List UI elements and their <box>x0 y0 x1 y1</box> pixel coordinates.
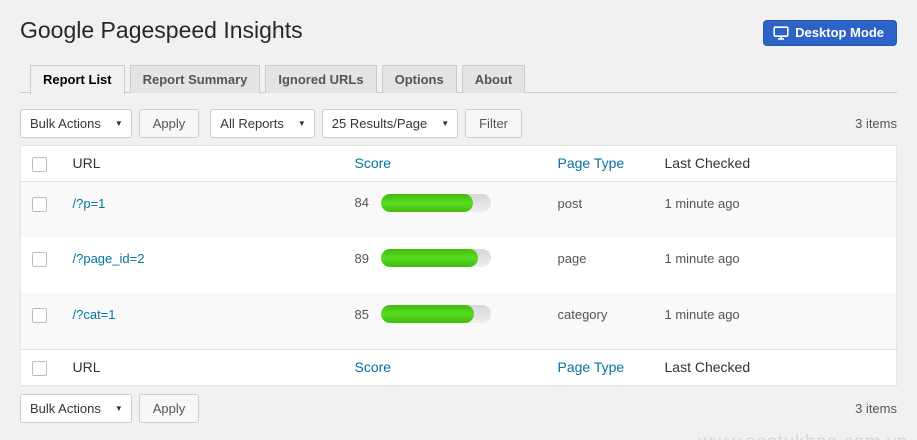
results-per-page-select[interactable]: 25 Results/Page ▼ <box>322 109 458 138</box>
score-bar-fill <box>381 194 473 212</box>
caret-down-icon: ▼ <box>441 119 449 128</box>
apply-button-bottom[interactable]: Apply <box>139 394 200 423</box>
row-checkbox[interactable] <box>32 252 47 267</box>
desktop-mode-label: Desktop Mode <box>795 25 884 40</box>
column-header-score[interactable]: Score <box>355 155 392 171</box>
desktop-monitor-icon <box>773 26 789 40</box>
row-checkbox[interactable] <box>32 197 47 212</box>
page-header: Google Pagespeed Insights Desktop Mode <box>20 15 897 46</box>
last-checked-value: 1 minute ago <box>657 293 897 349</box>
page-type-value: post <box>550 181 657 237</box>
results-per-page-value: 25 Results/Page <box>332 116 427 131</box>
score-bar-fill <box>381 249 479 267</box>
bulk-actions-value: Bulk Actions <box>30 401 101 416</box>
last-checked-value: 1 minute ago <box>657 237 897 293</box>
score-value: 84 <box>355 195 381 210</box>
column-footer-page-type[interactable]: Page Type <box>558 359 625 375</box>
score-value: 85 <box>355 307 381 322</box>
tab-report-list[interactable]: Report List <box>30 65 125 95</box>
watermark: www.seotukhoa.com.vn <box>698 432 908 440</box>
caret-down-icon: ▼ <box>115 404 123 413</box>
table-row: /?page_id=2 89 page1 minute ago <box>21 237 897 293</box>
column-header-url: URL <box>65 146 347 182</box>
tab-options[interactable]: Options <box>382 65 457 93</box>
column-header-page-type[interactable]: Page Type <box>558 155 625 171</box>
report-table: URL Score Page Type Last Checked /?p=1 84… <box>20 145 897 386</box>
tab-about[interactable]: About <box>462 65 526 93</box>
caret-down-icon: ▼ <box>115 119 123 128</box>
url-link[interactable]: /?page_id=2 <box>73 251 145 266</box>
table-header: URL Score Page Type Last Checked <box>21 146 897 182</box>
page-wrap: Google Pagespeed Insights Desktop Mode R… <box>0 15 917 423</box>
row-checkbox[interactable] <box>32 308 47 323</box>
tab-bar: Report ListReport SummaryIgnored URLsOpt… <box>20 65 897 93</box>
desktop-mode-button[interactable]: Desktop Mode <box>763 20 897 46</box>
table-row: /?p=1 84 post1 minute ago <box>21 181 897 237</box>
filter-button[interactable]: Filter <box>465 109 522 138</box>
report-filter-value: All Reports <box>220 116 284 131</box>
select-all-checkbox-bottom[interactable] <box>32 361 47 376</box>
score-bar <box>381 194 491 212</box>
tab-ignored-urls[interactable]: Ignored URLs <box>265 65 376 93</box>
toolbar-bottom: Bulk Actions ▼ Apply 3 items <box>20 394 897 423</box>
select-all-checkbox-top[interactable] <box>32 157 47 172</box>
score-bar <box>381 249 491 267</box>
page-type-value: page <box>550 237 657 293</box>
report-filter-select[interactable]: All Reports ▼ <box>210 109 315 138</box>
column-footer-last-checked: Last Checked <box>657 349 897 385</box>
page-type-value: category <box>550 293 657 349</box>
apply-button[interactable]: Apply <box>139 109 200 138</box>
column-footer-url: URL <box>65 349 347 385</box>
last-checked-value: 1 minute ago <box>657 181 897 237</box>
report-table-body: /?p=1 84 post1 minute ago /?page_id=2 89 page… <box>21 181 897 349</box>
table-footer: URL Score Page Type Last Checked <box>21 349 897 385</box>
caret-down-icon: ▼ <box>298 119 306 128</box>
bulk-actions-value: Bulk Actions <box>30 116 101 131</box>
score-bar-fill <box>381 305 475 323</box>
url-link[interactable]: /?p=1 <box>73 196 106 211</box>
items-count-bottom: 3 items <box>855 401 897 416</box>
toolbar-top: Bulk Actions ▼ Apply All Reports ▼ 25 Re… <box>20 109 897 138</box>
url-link[interactable]: /?cat=1 <box>73 307 116 322</box>
score-bar <box>381 305 491 323</box>
items-count-top: 3 items <box>855 116 897 131</box>
table-row: /?cat=1 85 category1 minute ago <box>21 293 897 349</box>
column-footer-score[interactable]: Score <box>355 359 392 375</box>
column-header-last-checked: Last Checked <box>657 146 897 182</box>
bulk-actions-select[interactable]: Bulk Actions ▼ <box>20 109 132 138</box>
bulk-actions-select-bottom[interactable]: Bulk Actions ▼ <box>20 394 132 423</box>
tab-report-summary[interactable]: Report Summary <box>130 65 261 93</box>
score-value: 89 <box>355 251 381 266</box>
page-title: Google Pagespeed Insights <box>20 15 303 45</box>
